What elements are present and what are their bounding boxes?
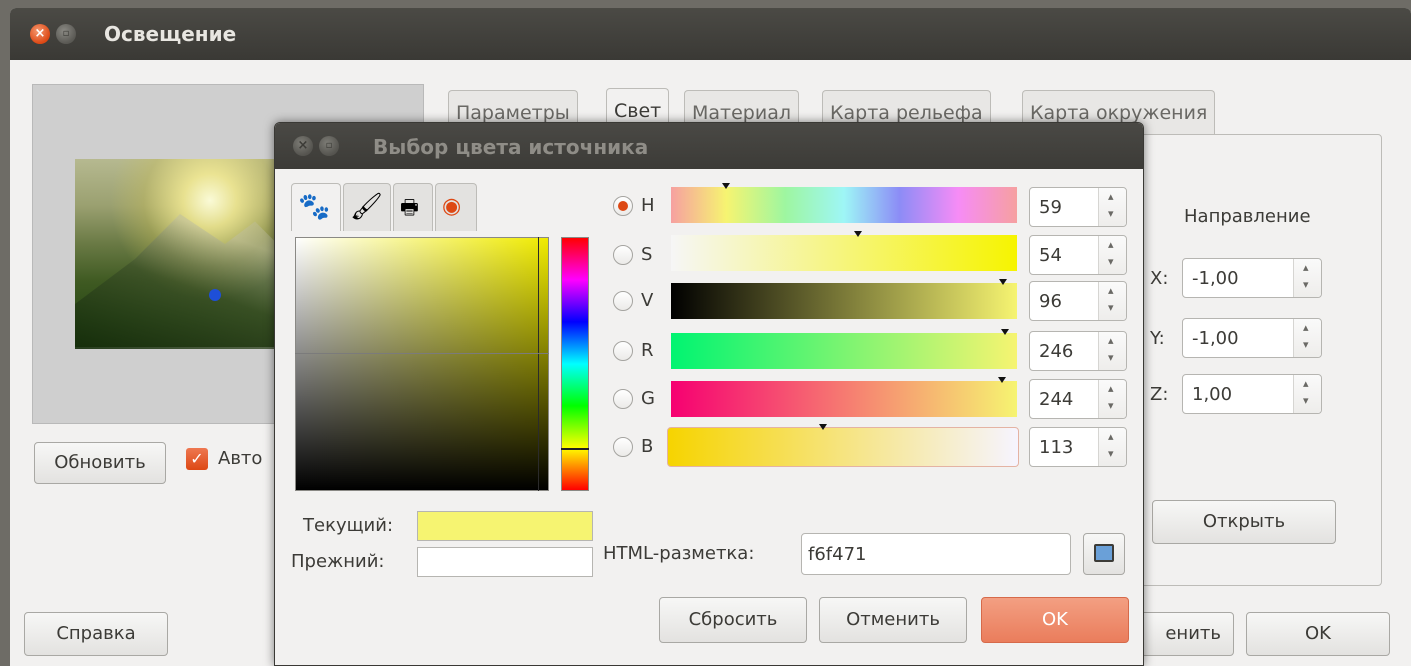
html-notation-input[interactable]: f6f471 (801, 533, 1071, 575)
color-wheel-icon: ◉ (442, 194, 462, 219)
hue-strip[interactable] (561, 237, 589, 491)
x-label: X: (1150, 268, 1169, 289)
s-value: 54 (1039, 245, 1062, 266)
spinner-arrows-icon[interactable] (1293, 375, 1321, 413)
z-label: Z: (1150, 384, 1169, 405)
color-picker-icon (1094, 544, 1114, 562)
close-icon[interactable]: × (293, 136, 313, 156)
radio-r[interactable] (613, 341, 633, 361)
x-direction-spinner[interactable]: -1,00 (1182, 258, 1322, 298)
s-spinner[interactable]: 54 (1029, 235, 1127, 275)
update-button[interactable]: Обновить (34, 442, 166, 484)
light-position-marker[interactable] (209, 289, 221, 301)
tab-gimp-selector[interactable]: 🐾 (291, 183, 341, 231)
printer-icon: 🖶 (400, 195, 419, 219)
slider-marker[interactable] (998, 377, 1007, 383)
previous-label: Прежний: (291, 551, 385, 572)
auto-checkbox[interactable]: ✓ (186, 448, 208, 470)
b-spinner[interactable]: 113 (1029, 427, 1127, 467)
y-value: -1,00 (1192, 328, 1239, 349)
main-ok-button[interactable]: OK (1246, 612, 1390, 656)
slider-marker[interactable] (999, 279, 1008, 285)
html-notation-label: HTML-разметка: (603, 543, 755, 564)
window-title: Освещение (104, 22, 237, 46)
tab-paint-selector[interactable]: 🖌 (343, 183, 391, 231)
dialog-title: Выбор цвета источника (373, 135, 649, 159)
dialog-ok-button[interactable]: OK (981, 597, 1129, 643)
spinner-arrows-icon[interactable] (1098, 380, 1126, 418)
radio-s[interactable] (613, 245, 633, 265)
h-value: 59 (1039, 197, 1062, 218)
color-picker-dialog: × ▫ Выбор цвета источника 🐾 🖌 🖶 ◉ Текущи… (274, 122, 1144, 666)
cancel-button[interactable]: Отменить (819, 597, 967, 643)
sv-crosshair-horizontal (295, 353, 549, 354)
r-slider[interactable] (671, 329, 1017, 369)
spinner-arrows-icon[interactable] (1098, 282, 1126, 320)
saturation-value-square[interactable] (295, 237, 549, 491)
g-slider[interactable] (671, 377, 1017, 417)
auto-label: Авто (218, 448, 263, 469)
r-spinner[interactable]: 246 (1029, 331, 1127, 371)
previous-color-swatch (417, 547, 593, 577)
r-value: 246 (1039, 341, 1074, 362)
v-spinner[interactable]: 96 (1029, 281, 1127, 321)
radio-g[interactable] (613, 389, 633, 409)
gimp-wilber-icon: 🐾 (298, 192, 331, 222)
z-direction-spinner[interactable]: 1,00 (1182, 374, 1322, 414)
channel-b-label: B (641, 436, 654, 457)
y-direction-spinner[interactable]: -1,00 (1182, 318, 1322, 358)
channel-v-label: V (641, 290, 654, 311)
hue-marker[interactable] (561, 448, 589, 450)
x-value: -1,00 (1192, 268, 1239, 289)
radio-b[interactable] (613, 437, 633, 457)
minimize-icon[interactable]: ▫ (319, 136, 339, 156)
eyedropper-button[interactable] (1083, 533, 1125, 575)
s-slider[interactable] (671, 231, 1017, 271)
v-value: 96 (1039, 291, 1062, 312)
minimize-icon[interactable]: ▫ (56, 24, 76, 44)
current-color-swatch (417, 511, 593, 541)
h-slider[interactable] (671, 183, 1017, 223)
channel-h-label: H (641, 195, 655, 216)
spinner-arrows-icon[interactable] (1293, 319, 1321, 357)
main-titlebar: × ▫ Освещение (10, 8, 1411, 60)
slider-marker[interactable] (853, 231, 862, 237)
direction-heading: Направление (1184, 206, 1311, 227)
spinner-arrows-icon[interactable] (1293, 259, 1321, 297)
tab-cmyk-selector[interactable]: 🖶 (393, 183, 433, 231)
help-button[interactable]: Справка (24, 612, 168, 656)
reset-button[interactable]: Сбросить (659, 597, 807, 643)
channel-r-label: R (641, 340, 654, 361)
radio-h[interactable] (613, 196, 633, 216)
html-value: f6f471 (808, 544, 867, 565)
radio-v[interactable] (613, 291, 633, 311)
channel-g-label: G (641, 388, 655, 409)
v-slider[interactable] (671, 279, 1017, 319)
y-label: Y: (1150, 328, 1165, 349)
sv-crosshair-vertical (538, 237, 539, 491)
paintbrush-icon: 🖌 (350, 192, 384, 222)
g-value: 244 (1039, 389, 1074, 410)
slider-marker[interactable] (1000, 329, 1009, 335)
spinner-arrows-icon[interactable] (1098, 428, 1126, 466)
b-slider[interactable] (667, 424, 1019, 467)
open-button[interactable]: Открыть (1152, 500, 1336, 544)
tab-wheel-selector[interactable]: ◉ (435, 183, 477, 231)
slider-marker[interactable] (819, 424, 828, 430)
channel-s-label: S (641, 244, 653, 265)
current-label: Текущий: (303, 515, 394, 536)
spinner-arrows-icon[interactable] (1098, 236, 1126, 274)
spinner-arrows-icon[interactable] (1098, 188, 1126, 226)
dialog-titlebar: × ▫ Выбор цвета источника (275, 123, 1143, 169)
h-spinner[interactable]: 59 (1029, 187, 1127, 227)
close-icon[interactable]: × (30, 24, 50, 44)
z-value: 1,00 (1192, 384, 1233, 405)
spinner-arrows-icon[interactable] (1098, 332, 1126, 370)
g-spinner[interactable]: 244 (1029, 379, 1127, 419)
slider-marker[interactable] (722, 183, 731, 189)
b-value: 113 (1039, 437, 1074, 458)
